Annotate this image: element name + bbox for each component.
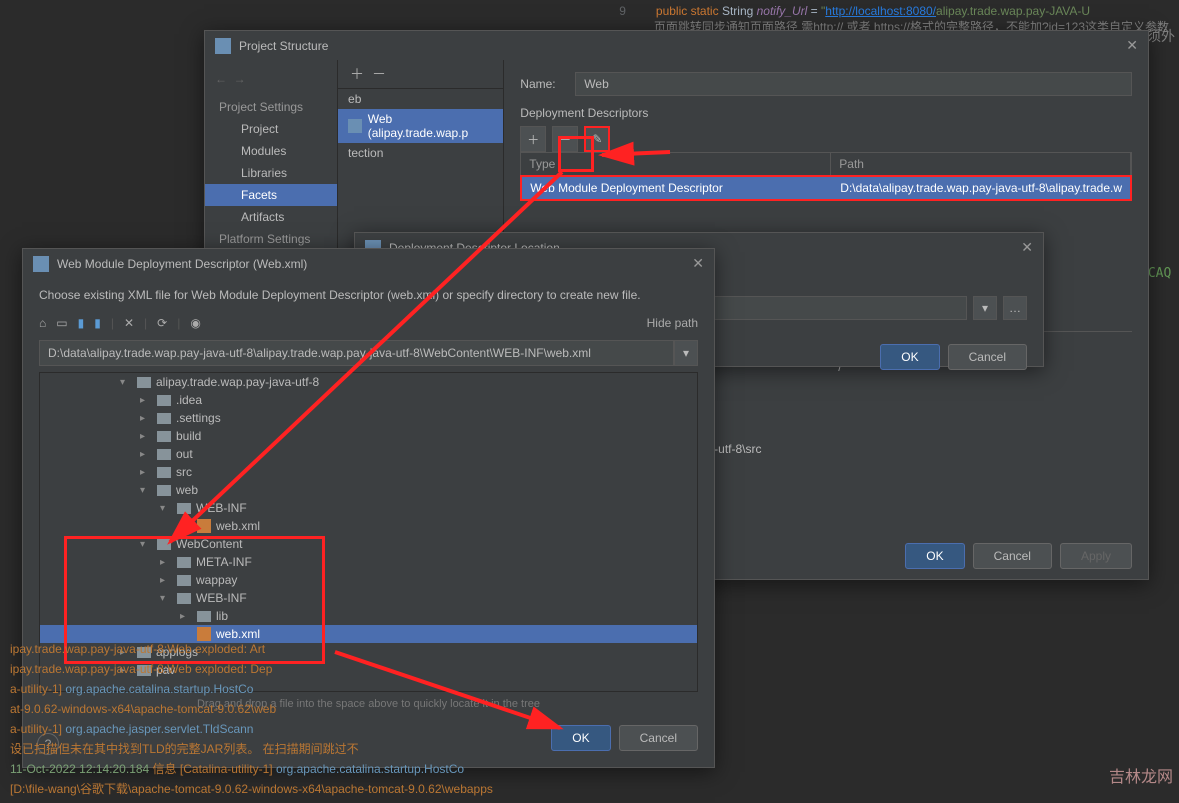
- path-input[interactable]: [39, 340, 674, 366]
- dropdown-icon[interactable]: ▾: [973, 296, 997, 320]
- folder-icon: [137, 377, 151, 388]
- folder-icon: [177, 503, 191, 514]
- dialog-title: Web Module Deployment Descriptor (Web.xm…: [57, 257, 307, 271]
- folder-icon: [197, 611, 211, 622]
- ok-button[interactable]: OK: [880, 344, 939, 370]
- sidebar-item-libraries[interactable]: Libraries: [205, 162, 337, 184]
- folder-icon: [157, 467, 171, 478]
- edit-dd-button[interactable]: ✎: [584, 126, 610, 152]
- tree-row[interactable]: ▸lib: [40, 607, 697, 625]
- console-output: ipay.trade.wap.pay-java-utf-8:Web explod…: [0, 635, 1179, 803]
- sidebar-item-artifacts[interactable]: Artifacts: [205, 206, 337, 228]
- path-dropdown-icon[interactable]: ▾: [674, 340, 698, 366]
- dd-section-title: Deployment Descriptors: [520, 106, 1132, 120]
- delete-icon[interactable]: ✕: [124, 316, 134, 330]
- remove-dd-button[interactable]: －: [552, 126, 578, 152]
- folder-icon: [157, 395, 171, 406]
- sidebar-section: Project Settings: [205, 96, 337, 118]
- nav-back-icon[interactable]: ←: [215, 72, 227, 86]
- nav-forward-icon[interactable]: →: [234, 72, 246, 86]
- tree-row[interactable]: ▾web: [40, 481, 697, 499]
- sidebar-item-project[interactable]: Project: [205, 118, 337, 140]
- web-icon: [348, 119, 362, 133]
- cancel-button[interactable]: Cancel: [973, 543, 1052, 569]
- close-icon[interactable]: ✕: [1021, 239, 1033, 256]
- tree-item[interactable]: eb: [338, 89, 503, 109]
- folder-icon: [177, 593, 191, 604]
- dialog-titlebar: Project Structure ✕: [205, 31, 1148, 60]
- dialog-description: Choose existing XML file for Web Module …: [39, 288, 698, 302]
- tree-item[interactable]: tection: [338, 143, 503, 163]
- sidebar-item-modules[interactable]: Modules: [205, 140, 337, 162]
- remove-facet-icon[interactable]: －: [372, 66, 386, 82]
- tree-row[interactable]: ▾WEB-INF: [40, 589, 697, 607]
- tree-row[interactable]: ▾WebContent: [40, 535, 697, 553]
- dialog-title: Project Structure: [239, 39, 328, 53]
- folder-icon: [177, 557, 191, 568]
- add-dd-button[interactable]: ＋: [520, 126, 546, 152]
- tree-item-web[interactable]: Web (alipay.trade.wap.p: [338, 109, 503, 143]
- close-icon[interactable]: ✕: [1126, 37, 1138, 54]
- folder-icon: [157, 431, 171, 442]
- td-path: D:\data\alipay.trade.wap.pay-java-utf-8\…: [832, 177, 1130, 199]
- project-icon[interactable]: ▮: [78, 316, 85, 330]
- browse-button[interactable]: …: [1003, 296, 1027, 320]
- ok-button[interactable]: OK: [905, 543, 964, 569]
- watermark: 吉林龙网: [1109, 763, 1173, 787]
- cancel-button[interactable]: Cancel: [948, 344, 1027, 370]
- tree-row[interactable]: ▸out: [40, 445, 697, 463]
- home-icon[interactable]: ⌂: [39, 316, 46, 330]
- tree-row[interactable]: ▸.settings: [40, 409, 697, 427]
- tree-row[interactable]: ▾alipay.trade.wap.pay-java-utf-8: [40, 373, 697, 391]
- folder-icon: [157, 413, 171, 424]
- hide-path-link[interactable]: Hide path: [647, 316, 698, 330]
- dd-table-row[interactable]: Web Module Deployment Descriptor D:\data…: [520, 175, 1132, 201]
- apply-button[interactable]: Apply: [1060, 543, 1132, 569]
- file-toolbar: ⌂ ▭ ▮ ▮ | ✕ | ⟳ | ◉ Hide path: [39, 312, 698, 334]
- tree-row[interactable]: ▾WEB-INF: [40, 499, 697, 517]
- folder-icon: [157, 539, 171, 550]
- tree-row[interactable]: ▸wappay: [40, 571, 697, 589]
- folder-icon: [157, 485, 171, 496]
- folder-icon: [177, 575, 191, 586]
- tree-row[interactable]: ▸.idea: [40, 391, 697, 409]
- folder-icon: [157, 449, 171, 460]
- add-facet-icon[interactable]: ＋: [350, 66, 364, 82]
- name-input[interactable]: [575, 72, 1132, 96]
- th-type: Type: [521, 153, 831, 175]
- sidebar-item-facets[interactable]: Facets: [205, 184, 337, 206]
- tree-row[interactable]: ▸META-INF: [40, 553, 697, 571]
- desktop-icon[interactable]: ▭: [56, 316, 67, 330]
- xml-file-icon: [197, 519, 211, 533]
- th-path: Path: [831, 153, 1131, 175]
- refresh-icon[interactable]: ⟳: [157, 316, 167, 330]
- tree-row[interactable]: ▸build: [40, 427, 697, 445]
- tree-row[interactable]: web.xml: [40, 517, 697, 535]
- show-hidden-icon[interactable]: ◉: [190, 316, 200, 330]
- app-icon: [33, 256, 49, 272]
- new-folder-icon[interactable]: ▮: [94, 316, 101, 330]
- name-label: Name:: [520, 77, 575, 91]
- app-icon: [215, 38, 231, 54]
- td-type: Web Module Deployment Descriptor: [522, 177, 832, 199]
- tree-row[interactable]: ▸src: [40, 463, 697, 481]
- dd-table-header: Type Path: [520, 152, 1132, 175]
- close-icon[interactable]: ✕: [692, 255, 704, 272]
- sidebar-section-platform: Platform Settings: [205, 228, 337, 250]
